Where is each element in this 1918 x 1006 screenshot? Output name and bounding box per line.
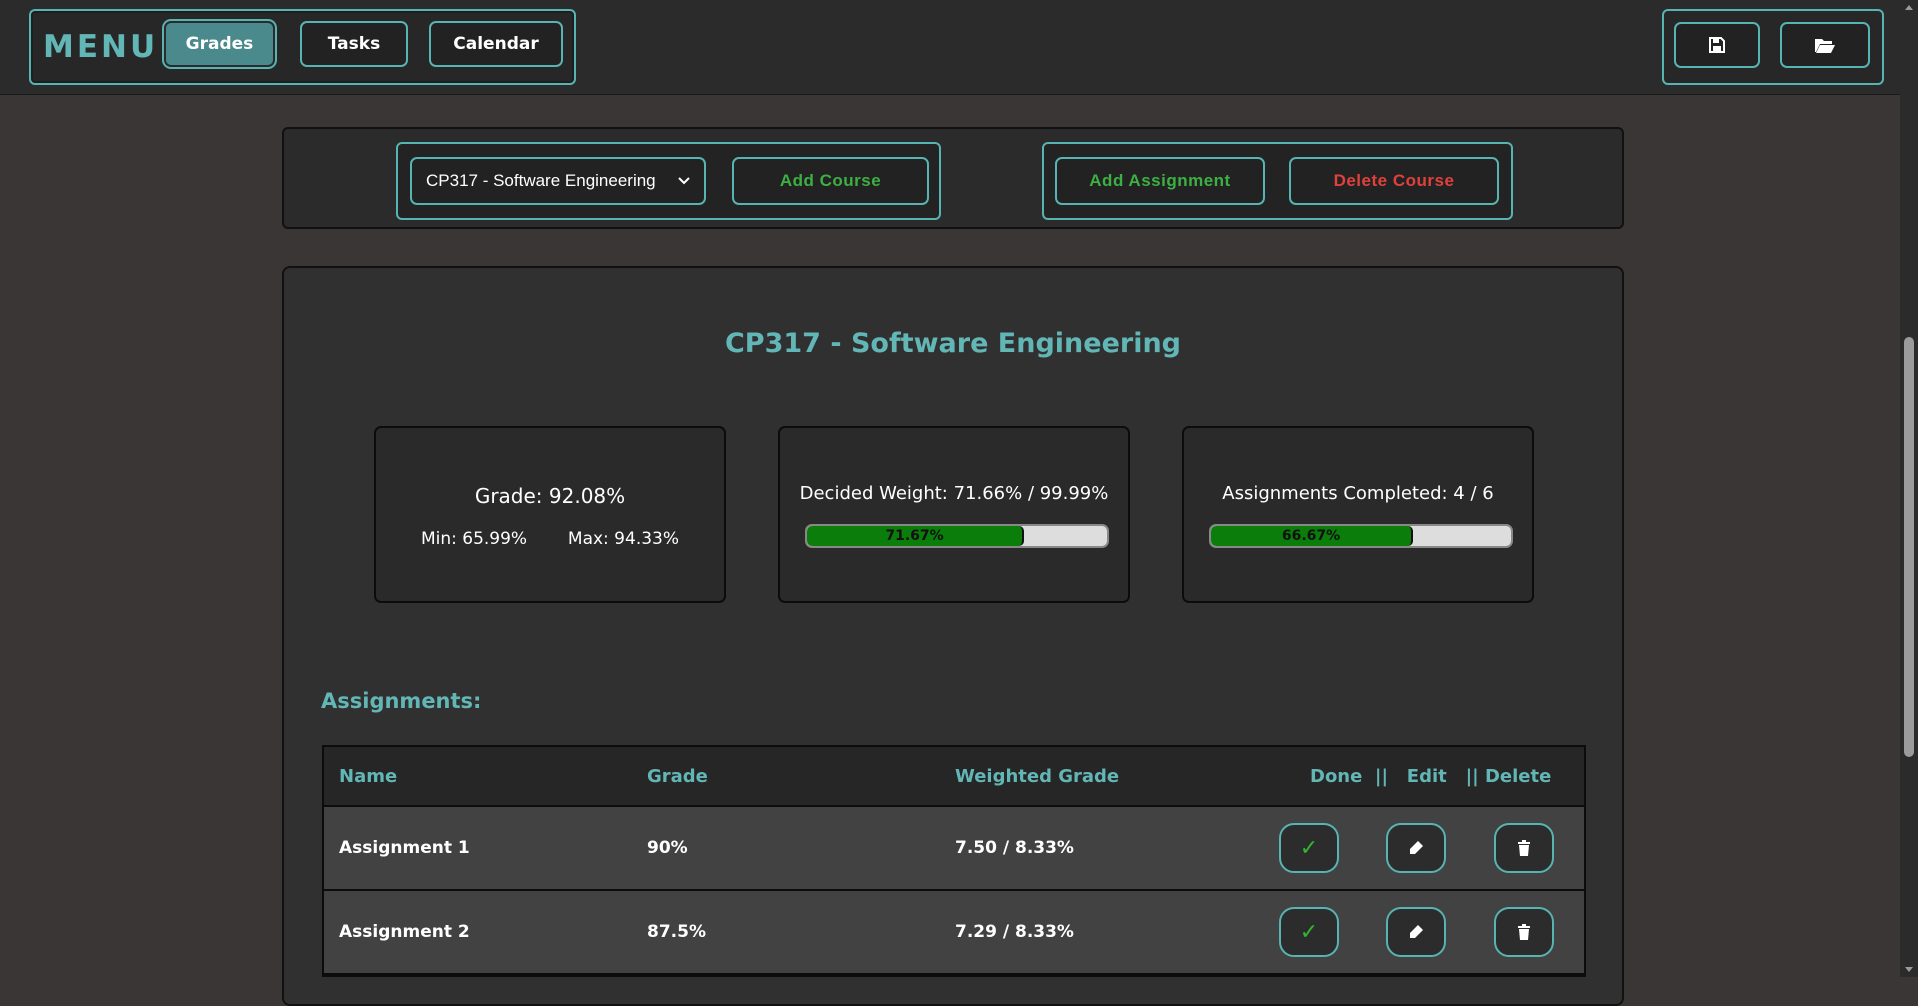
grade-max: Max: 94.33% bbox=[567, 529, 680, 549]
table-row: Assignment 2 87.5% 7.29 / 8.33% ✓ bbox=[324, 891, 1584, 975]
save-button[interactable] bbox=[1674, 22, 1760, 68]
grade-min: Min: 65.99% bbox=[420, 529, 528, 549]
done-button[interactable]: ✓ bbox=[1279, 823, 1339, 873]
delete-button[interactable] bbox=[1494, 907, 1554, 957]
edit-button[interactable] bbox=[1386, 907, 1446, 957]
assignments-table: Name Grade Weighted Grade Done || Edit |… bbox=[322, 745, 1586, 977]
trash-icon bbox=[1518, 924, 1530, 940]
scrollbar-thumb[interactable] bbox=[1904, 337, 1914, 757]
edit-button[interactable] bbox=[1386, 823, 1446, 873]
menu-title: MENU bbox=[43, 29, 159, 65]
table-row: Assignment 1 90% 7.50 / 8.33% ✓ bbox=[324, 807, 1584, 891]
header-actions: Done || Edit || Delete bbox=[1310, 765, 1552, 787]
delete-button[interactable] bbox=[1494, 823, 1554, 873]
add-course-button[interactable]: Add Course bbox=[732, 157, 929, 205]
course-details-card: CP317 - Software Engineering Grade: 92.0… bbox=[282, 266, 1624, 1006]
course-select-group: CP317 - Software Engineering Add Course bbox=[396, 142, 941, 220]
course-select[interactable]: CP317 - Software Engineering bbox=[410, 157, 706, 205]
header-grade: Grade bbox=[647, 765, 708, 787]
assignment-weighted-grade: 7.50 / 8.33% bbox=[955, 838, 1074, 858]
course-select-value: CP317 - Software Engineering bbox=[426, 171, 656, 190]
completed-progress-fill: 66.67% bbox=[1211, 526, 1413, 546]
trash-icon bbox=[1518, 840, 1530, 856]
assignments-heading: Assignments: bbox=[321, 689, 482, 713]
checkmark-icon: ✓ bbox=[1299, 835, 1319, 861]
completed-progress-bar: 66.67% bbox=[1209, 524, 1513, 548]
completed-stat-card: Assignments Completed: 4 / 6 66.67% bbox=[1182, 426, 1534, 603]
grade-value: Grade: 92.08% bbox=[474, 484, 626, 508]
chevron-down-icon bbox=[678, 177, 690, 185]
scroll-up-arrow-icon[interactable] bbox=[1905, 5, 1913, 10]
table-header: Name Grade Weighted Grade Done || Edit |… bbox=[324, 747, 1584, 807]
open-button[interactable] bbox=[1780, 22, 1870, 68]
done-button[interactable]: ✓ bbox=[1279, 907, 1339, 957]
nav-tasks-button[interactable]: Tasks bbox=[300, 21, 408, 67]
assignment-grade: 87.5% bbox=[647, 922, 706, 942]
scroll-down-arrow-icon[interactable] bbox=[1905, 967, 1913, 972]
header-name: Name bbox=[339, 765, 398, 787]
assignment-weighted-grade: 7.29 / 8.33% bbox=[955, 922, 1074, 942]
nav-grades-button[interactable]: Grades bbox=[164, 21, 275, 67]
weight-progress-fill: 71.67% bbox=[807, 526, 1024, 546]
eraser-edit-icon bbox=[1410, 925, 1423, 938]
assignment-actions-group: Add Assignment Delete Course bbox=[1042, 142, 1513, 220]
nav-calendar-button[interactable]: Calendar bbox=[429, 21, 563, 67]
assignments-completed-text: Assignments Completed: 4 / 6 bbox=[1222, 483, 1494, 504]
assignment-name: Assignment 2 bbox=[339, 922, 470, 942]
weight-stat-card: Decided Weight: 71.66% / 99.99% 71.67% bbox=[778, 426, 1130, 603]
course-controls-bar: CP317 - Software Engineering Add Course … bbox=[282, 127, 1624, 229]
folder-open-icon bbox=[1815, 39, 1835, 53]
assignment-name: Assignment 1 bbox=[339, 838, 470, 858]
weight-progress-bar: 71.67% bbox=[805, 524, 1109, 548]
file-actions-panel bbox=[1662, 9, 1884, 85]
page-scrollbar[interactable] bbox=[1900, 0, 1918, 977]
add-assignment-button[interactable]: Add Assignment bbox=[1055, 157, 1265, 205]
eraser-edit-icon bbox=[1410, 841, 1423, 854]
course-title: CP317 - Software Engineering bbox=[724, 328, 1182, 359]
decided-weight-text: Decided Weight: 71.66% / 99.99% bbox=[799, 483, 1109, 504]
top-bar: MENU Grades Tasks Calendar bbox=[0, 0, 1918, 95]
checkmark-icon: ✓ bbox=[1299, 919, 1319, 945]
grade-range: Min: 65.99% Max: 94.33% bbox=[376, 529, 724, 549]
menu-panel: MENU Grades Tasks Calendar bbox=[29, 9, 576, 85]
assignment-grade: 90% bbox=[647, 838, 688, 858]
delete-course-button[interactable]: Delete Course bbox=[1289, 157, 1499, 205]
header-weighted-grade: Weighted Grade bbox=[955, 765, 1120, 787]
save-icon bbox=[1709, 37, 1725, 53]
grade-stat-card: Grade: 92.08% Min: 65.99% Max: 94.33% bbox=[374, 426, 726, 603]
